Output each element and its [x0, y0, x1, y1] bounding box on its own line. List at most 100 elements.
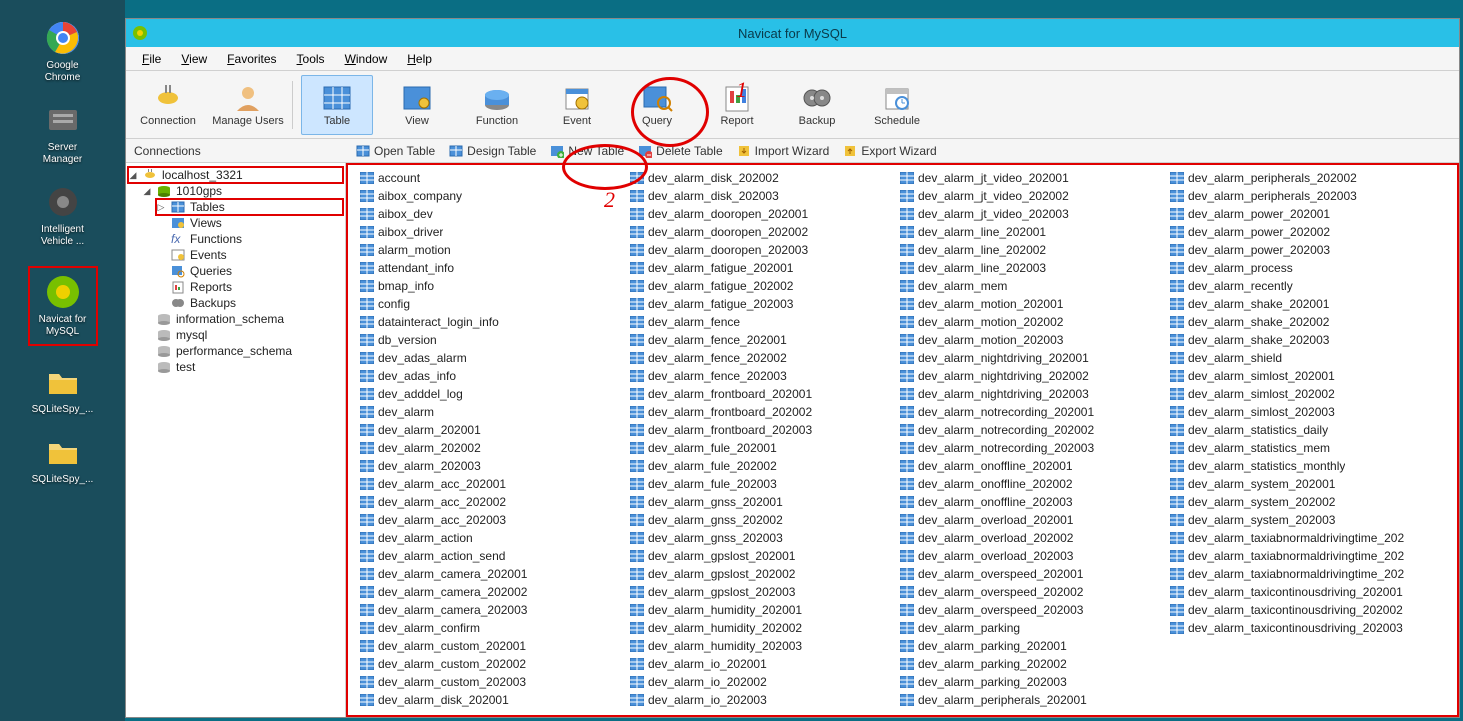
table-item[interactable]: dev_alarm_camera_202001 [356, 565, 626, 583]
table-item[interactable]: dev_alarm_taxiabnormaldrivingtime_202 [1166, 565, 1436, 583]
table-item[interactable]: dev_alarm_fence_202001 [626, 331, 896, 349]
table-item[interactable]: dev_alarm_action [356, 529, 626, 547]
table-item[interactable]: dev_alarm_fule_202003 [626, 475, 896, 493]
table-item[interactable]: dev_alarm_notrecording_202001 [896, 403, 1166, 421]
table-item[interactable]: dev_alarm_gnss_202003 [626, 529, 896, 547]
table-item[interactable]: dev_alarm_disk_202003 [626, 187, 896, 205]
table-item[interactable]: dev_alarm_line_202002 [896, 241, 1166, 259]
desktop-icon-navicat[interactable]: Navicat for MySQL [28, 266, 98, 346]
table-item[interactable]: config [356, 295, 626, 313]
table-item[interactable]: dev_alarm [356, 403, 626, 421]
tree-node-test[interactable]: test [142, 359, 343, 375]
table-item[interactable]: dev_alarm_shake_202001 [1166, 295, 1436, 313]
table-item[interactable]: dev_alarm_io_202002 [626, 673, 896, 691]
table-item[interactable]: dev_alarm_power_202003 [1166, 241, 1436, 259]
desktop-icon-folder[interactable]: SQLiteSpy_... [28, 364, 98, 416]
tree-node-functions[interactable]: fxFunctions [156, 231, 343, 247]
menu-favorites[interactable]: Favorites [219, 50, 284, 68]
table-item[interactable]: alarm_motion [356, 241, 626, 259]
table-item[interactable]: dev_alarm_disk_202001 [356, 691, 626, 709]
table-item[interactable]: dev_alarm_overload_202002 [896, 529, 1166, 547]
table-item[interactable]: dev_alarm_frontboard_202001 [626, 385, 896, 403]
table-item[interactable]: dev_alarm_202001 [356, 421, 626, 439]
table-item[interactable]: dev_alarm_onoffline_202003 [896, 493, 1166, 511]
table-item[interactable]: dev_alarm_fule_202001 [626, 439, 896, 457]
table-item[interactable]: dev_alarm_simlost_202002 [1166, 385, 1436, 403]
desktop-icon-server[interactable]: Server Manager [28, 102, 98, 166]
table-item[interactable]: dev_alarm_statistics_daily [1166, 421, 1436, 439]
table-item[interactable]: attendant_info [356, 259, 626, 277]
table-item[interactable]: dev_alarm_fence_202003 [626, 367, 896, 385]
table-item[interactable]: dev_alarm_shake_202002 [1166, 313, 1436, 331]
table-item[interactable]: dev_alarm_simlost_202001 [1166, 367, 1436, 385]
table-item[interactable]: dev_alarm_custom_202003 [356, 673, 626, 691]
toolbar-function-button[interactable]: Function [461, 75, 533, 135]
table-item[interactable]: dev_alarm_overload_202001 [896, 511, 1166, 529]
table-item[interactable]: dev_adddel_log [356, 385, 626, 403]
desktop-icon-folder[interactable]: SQLiteSpy_... [28, 434, 98, 486]
table-item[interactable]: bmap_info [356, 277, 626, 295]
table-item[interactable]: dev_alarm_acc_202003 [356, 511, 626, 529]
table-item[interactable]: db_version [356, 331, 626, 349]
table-item[interactable]: dev_alarm_parking_202001 [896, 637, 1166, 655]
table-item[interactable]: dev_alarm_motion_202003 [896, 331, 1166, 349]
table-item[interactable]: aibox_dev [356, 205, 626, 223]
table-item[interactable]: dev_alarm_humidity_202003 [626, 637, 896, 655]
table-item[interactable]: dev_alarm_mem [896, 277, 1166, 295]
tree-node-information_schema[interactable]: information_schema [142, 311, 343, 327]
table-item[interactable]: dev_alarm_onoffline_202001 [896, 457, 1166, 475]
table-item[interactable]: dev_alarm_disk_202002 [626, 169, 896, 187]
table-list[interactable]: accountaibox_companyaibox_devaibox_drive… [346, 163, 1459, 717]
table-item[interactable]: dev_alarm_parking_202002 [896, 655, 1166, 673]
desktop-icon-gear[interactable]: Intelligent Vehicle ... [28, 184, 98, 248]
table-item[interactable]: dev_alarm_io_202001 [626, 655, 896, 673]
table-item[interactable]: dev_alarm_camera_202002 [356, 583, 626, 601]
table-item[interactable]: dev_alarm_action_send [356, 547, 626, 565]
table-item[interactable]: dev_alarm_statistics_monthly [1166, 457, 1436, 475]
table-item[interactable]: dev_alarm_line_202003 [896, 259, 1166, 277]
table-item[interactable]: dev_alarm_onoffline_202002 [896, 475, 1166, 493]
twisty-icon[interactable]: ▷ [156, 202, 166, 213]
toolbar-schedule-button[interactable]: Schedule [861, 75, 933, 135]
table-item[interactable]: dev_alarm_process [1166, 259, 1436, 277]
table-item[interactable]: dev_alarm_dooropen_202001 [626, 205, 896, 223]
table-item[interactable]: dev_alarm_fatigue_202002 [626, 277, 896, 295]
table-item[interactable]: dev_alarm_overspeed_202003 [896, 601, 1166, 619]
twisty-icon[interactable]: ◢ [142, 186, 152, 197]
table-item[interactable]: dev_alarm_fence_202002 [626, 349, 896, 367]
menu-tools[interactable]: Tools [289, 50, 333, 68]
table-item[interactable]: dev_alarm_peripherals_202002 [1166, 169, 1436, 187]
toolbar-view-button[interactable]: View [381, 75, 453, 135]
table-item[interactable]: dev_alarm_202002 [356, 439, 626, 457]
desktop-icon-chrome[interactable]: Google Chrome [28, 20, 98, 84]
table-item[interactable]: dev_alarm_power_202002 [1166, 223, 1436, 241]
table-item[interactable]: dev_alarm_io_202003 [626, 691, 896, 709]
table-item[interactable]: dev_alarm_statistics_mem [1166, 439, 1436, 457]
table-item[interactable]: dev_alarm_202003 [356, 457, 626, 475]
table-item[interactable]: dev_alarm_acc_202001 [356, 475, 626, 493]
toolbar-backup-button[interactable]: Backup [781, 75, 853, 135]
tree-node-tables[interactable]: ▷Tables [156, 199, 343, 215]
table-item[interactable]: dev_alarm_nightdriving_202002 [896, 367, 1166, 385]
table-item[interactable]: dev_alarm_peripherals_202001 [896, 691, 1166, 709]
menu-help[interactable]: Help [399, 50, 440, 68]
tree-node-queries[interactable]: Queries [156, 263, 343, 279]
connection-tree[interactable]: ◢localhost_3321◢1010gps▷TablesViewsfxFun… [126, 163, 346, 717]
tree-node-1010gps[interactable]: ◢1010gps [142, 183, 343, 199]
table-item[interactable]: dev_alarm_parking_202003 [896, 673, 1166, 691]
table-item[interactable]: dev_alarm_custom_202002 [356, 655, 626, 673]
table-item[interactable]: dev_alarm_frontboard_202003 [626, 421, 896, 439]
tree-node-mysql[interactable]: mysql [142, 327, 343, 343]
table-item[interactable]: dev_adas_info [356, 367, 626, 385]
table-item[interactable]: dev_alarm_fatigue_202001 [626, 259, 896, 277]
table-item[interactable]: dev_alarm_nightdriving_202003 [896, 385, 1166, 403]
table-item[interactable]: dev_alarm_fatigue_202003 [626, 295, 896, 313]
tree-node-views[interactable]: Views [156, 215, 343, 231]
menu-file[interactable]: File [134, 50, 169, 68]
toolbar-event-button[interactable]: Event [541, 75, 613, 135]
table-item[interactable]: dev_alarm_confirm [356, 619, 626, 637]
table-item[interactable]: dev_alarm_fence [626, 313, 896, 331]
toolbar-table-button[interactable]: Table [301, 75, 373, 135]
table-item[interactable]: dev_alarm_system_202002 [1166, 493, 1436, 511]
tree-node-events[interactable]: Events [156, 247, 343, 263]
